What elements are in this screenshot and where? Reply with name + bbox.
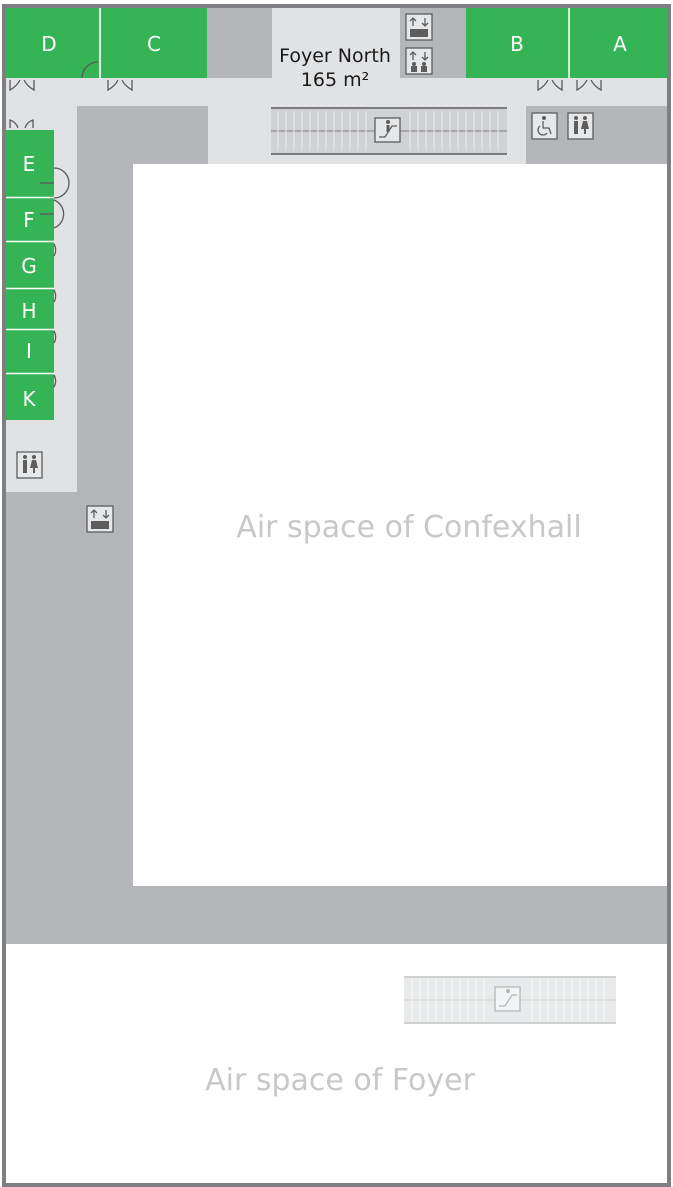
room-b-label: B	[510, 32, 524, 56]
room-a-label: A	[613, 32, 627, 56]
room-f[interactable]: F	[6, 198, 54, 241]
room-h-label: H	[21, 299, 36, 323]
room-i-label: I	[26, 339, 32, 363]
escalator-icon	[374, 117, 401, 143]
foyer-north-area: 165 m²	[301, 69, 369, 91]
restroom-icon	[567, 112, 594, 140]
room-k[interactable]: K	[6, 374, 54, 420]
room-g-label: G	[21, 254, 37, 278]
freight-elevator-icon	[405, 47, 433, 75]
room-c-label: C	[147, 32, 161, 56]
room-g[interactable]: G	[6, 242, 54, 288]
room-k-label: K	[22, 387, 36, 411]
elevator-icon	[405, 13, 433, 41]
room-e[interactable]: E	[6, 130, 54, 197]
escalator	[404, 976, 616, 1024]
room-f-label: F	[23, 208, 35, 232]
accessible-toilet-icon	[531, 112, 558, 140]
room-c[interactable]: C	[101, 8, 207, 78]
room-h[interactable]: H	[6, 289, 54, 329]
room-b[interactable]: B	[466, 8, 569, 78]
room-a[interactable]: A	[570, 8, 667, 78]
air-space-foyer-label: Air space of Foyer	[205, 1063, 475, 1098]
room-i[interactable]: I	[6, 330, 54, 373]
room-d-label: D	[41, 32, 56, 56]
air-space-confexhall-label: Air space of Confexhall	[236, 510, 581, 545]
floor-plan: D C B A E F G H I K Foyer North 165 m² A…	[2, 4, 671, 1187]
restroom-icon	[16, 451, 43, 479]
foyer-north-name: Foyer North	[279, 45, 391, 67]
room-e-label: E	[23, 152, 36, 176]
elevator-icon	[86, 505, 114, 533]
